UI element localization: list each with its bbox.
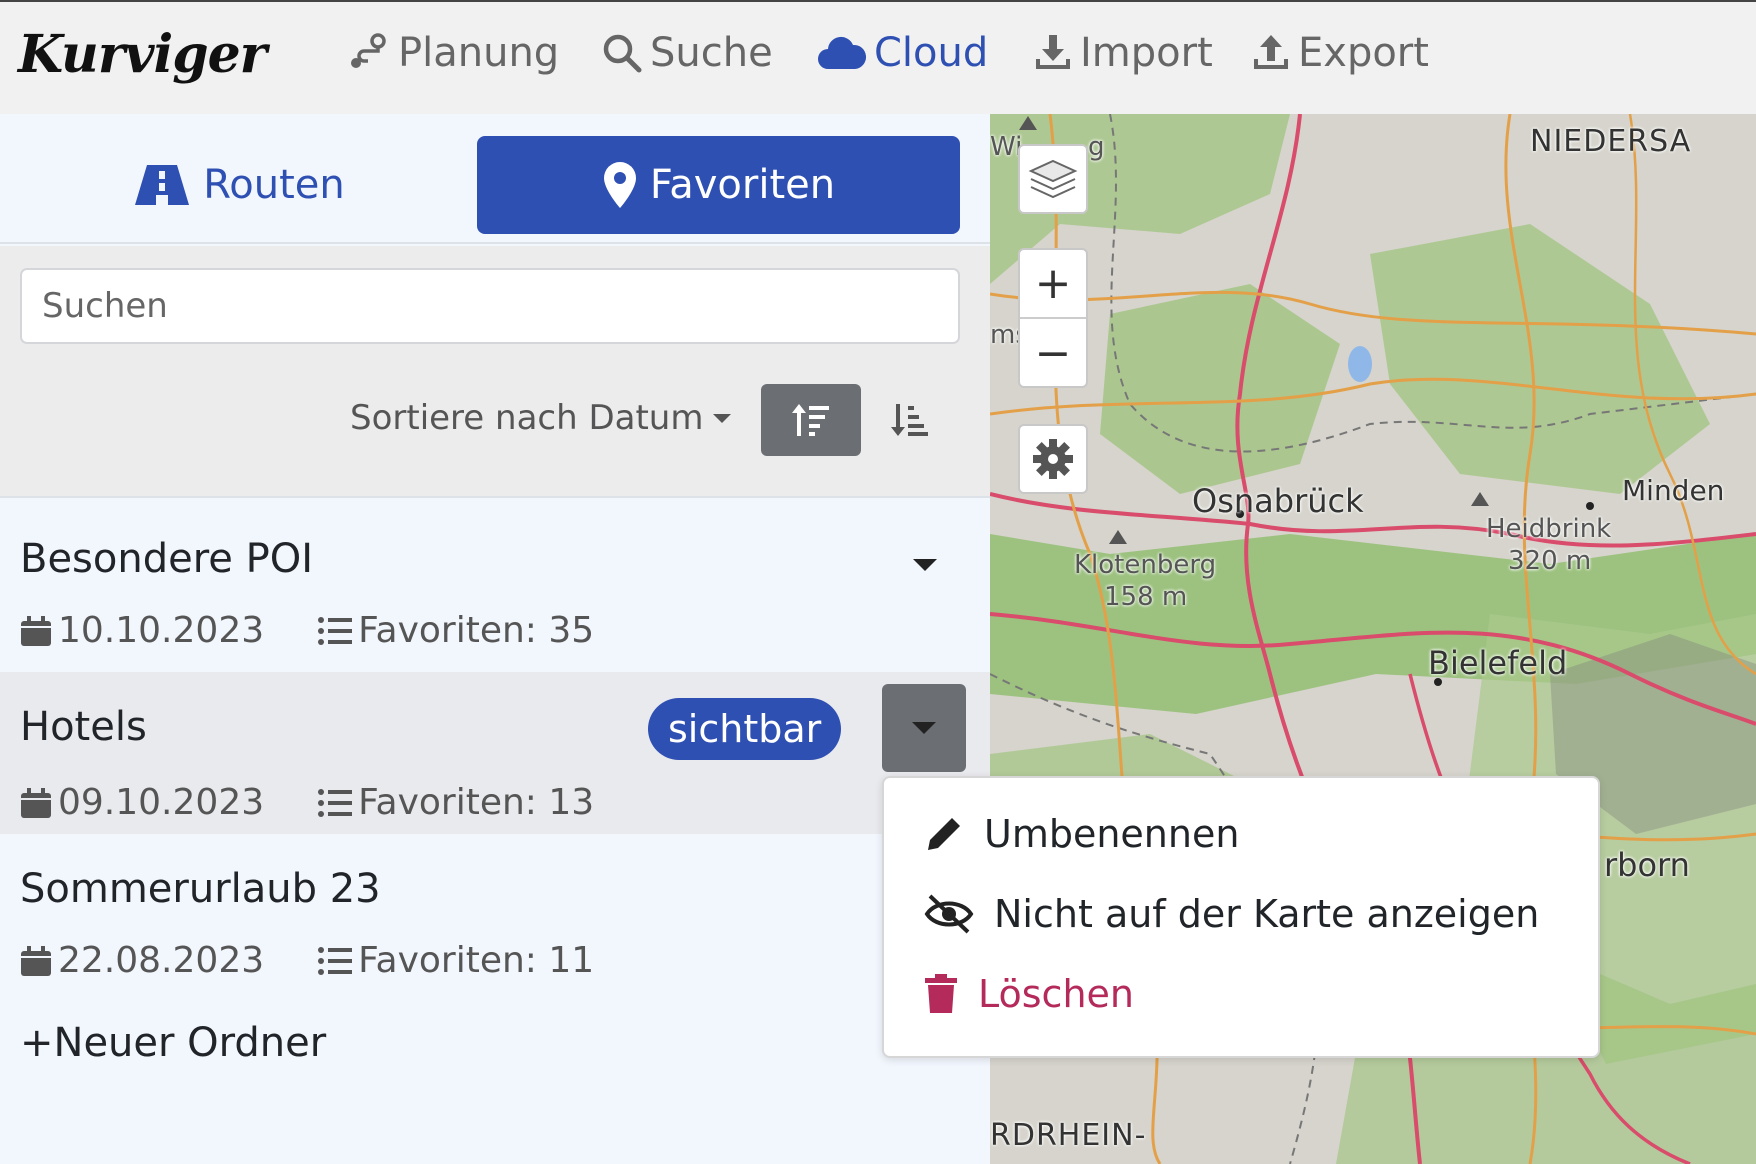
folder-title: Sommerurlaub 23 xyxy=(20,866,381,912)
map-label-region: NIEDERSA xyxy=(1530,124,1692,159)
eye-slash-icon xyxy=(924,894,974,934)
folder-date: 09.10.2023 xyxy=(58,782,265,823)
map-label-peak-height: 320 m xyxy=(1508,546,1592,576)
list-icon xyxy=(318,616,353,645)
tab-favoriten[interactable]: Favoriten xyxy=(477,136,960,234)
map-label-peak: Heidbrink xyxy=(1486,514,1612,544)
folder-item[interactable]: Hotels sichtbar 09.10.2023 Favoriten: 13 xyxy=(0,672,990,834)
folder-title: Hotels xyxy=(20,704,147,750)
map-label-peak: Klotenberg xyxy=(1074,550,1217,580)
nav-import[interactable]: Import xyxy=(1034,30,1213,76)
download-icon xyxy=(1036,35,1070,69)
menu-item-hide-label: Nicht auf der Karte anzeigen xyxy=(994,892,1540,936)
map-label-peak-height: 158 m xyxy=(1104,582,1188,612)
folder-title: Besondere POI xyxy=(20,536,314,582)
folder-count: Favoriten: 35 xyxy=(358,610,595,651)
folder-meta: 10.10.2023 Favoriten: 35 xyxy=(20,610,594,651)
folder-date: 22.08.2023 xyxy=(58,940,265,981)
folder-menu-toggle[interactable] xyxy=(882,684,966,772)
app-logo[interactable]: Kurviger xyxy=(18,24,267,85)
sort-descending-icon xyxy=(891,404,928,436)
map-label-city: Minden xyxy=(1622,474,1725,507)
tab-routen[interactable]: Routen xyxy=(0,136,478,234)
sort-dropdown[interactable]: Sortiere nach Datum xyxy=(350,398,732,438)
list-icon xyxy=(318,946,353,975)
layers-button[interactable] xyxy=(1018,144,1088,214)
map-label-edge: g xyxy=(1088,132,1105,162)
menu-item-rename[interactable]: Umbenennen xyxy=(924,812,1239,856)
map-label-city: Bielefeld xyxy=(1428,644,1568,682)
nav-export[interactable]: Export xyxy=(1252,30,1429,76)
nav-suche-label: Suche xyxy=(650,30,773,76)
chevron-down-icon xyxy=(713,413,732,423)
trash-icon xyxy=(925,974,957,1013)
map-label-city: rborn xyxy=(1604,846,1690,884)
menu-item-rename-label: Umbenennen xyxy=(984,812,1240,856)
nav-planung-label: Planung xyxy=(398,30,560,76)
nav-import-label: Import xyxy=(1080,30,1213,76)
folder-menu-toggle[interactable] xyxy=(910,550,940,580)
zoom-control: + − xyxy=(1018,248,1088,388)
sort-ascending-button[interactable] xyxy=(761,384,861,456)
gear-icon xyxy=(1033,439,1073,479)
folder-context-menu: Umbenennen Nicht auf der Karte anzeigen … xyxy=(882,776,1600,1058)
folder-item[interactable]: Sommerurlaub 23 22.08.2023 Favoriten: 11 xyxy=(0,834,990,996)
caret-down-icon xyxy=(913,559,937,571)
tab-routen-label: Routen xyxy=(203,162,345,208)
map-pin-icon xyxy=(603,162,636,208)
calendar-icon xyxy=(21,787,51,818)
folder-item[interactable]: Besondere POI 10.10.2023 Favoriten: 35 xyxy=(0,500,990,662)
calendar-icon xyxy=(21,945,51,976)
layers-icon xyxy=(1028,159,1078,199)
top-navigation: Kurviger Planung Suche Cloud Import Expo… xyxy=(0,0,1756,114)
nav-planung[interactable]: Planung xyxy=(346,30,559,76)
menu-item-delete-label: Löschen xyxy=(978,972,1134,1016)
folder-date: 10.10.2023 xyxy=(58,610,265,651)
nav-export-label: Export xyxy=(1298,30,1429,76)
route-icon xyxy=(351,33,386,68)
road-icon xyxy=(135,165,190,205)
calendar-icon xyxy=(21,615,51,646)
sort-descending-button[interactable] xyxy=(880,384,940,456)
map-label-region: RDRHEIN- xyxy=(990,1118,1147,1153)
sidebar: Routen Favoriten Sortiere nach Datum Bes… xyxy=(0,114,990,1164)
search-icon xyxy=(603,34,642,73)
sort-dropdown-label: Sortiere nach Datum xyxy=(350,398,704,438)
menu-item-hide-on-map[interactable]: Nicht auf der Karte anzeigen xyxy=(924,892,1539,936)
pencil-icon xyxy=(928,818,960,850)
nav-cloud-label: Cloud xyxy=(874,30,989,76)
nav-suche[interactable]: Suche xyxy=(602,30,773,76)
folder-meta: 22.08.2023 Favoriten: 11 xyxy=(20,940,594,981)
nav-cloud[interactable]: Cloud xyxy=(816,30,988,76)
folder-count: Favoriten: 13 xyxy=(358,782,595,823)
sort-ascending-icon xyxy=(792,404,829,436)
tab-favoriten-label: Favoriten xyxy=(649,162,836,208)
list-icon xyxy=(318,788,353,817)
folder-count: Favoriten: 11 xyxy=(358,940,595,981)
zoom-out-button[interactable]: − xyxy=(1020,319,1086,388)
menu-item-delete[interactable]: Löschen xyxy=(924,972,1134,1016)
folder-meta: 09.10.2023 Favoriten: 13 xyxy=(20,782,594,823)
search-input[interactable] xyxy=(20,268,960,344)
new-folder-button[interactable]: +Neuer Ordner xyxy=(20,1020,326,1066)
sidebar-tabs: Routen Favoriten xyxy=(0,114,990,244)
cloud-icon xyxy=(818,36,866,69)
zoom-in-button[interactable]: + xyxy=(1020,250,1086,319)
map-settings-button[interactable] xyxy=(1018,424,1088,494)
map-label-city: Osnabrück xyxy=(1192,482,1364,520)
upload-icon xyxy=(1254,35,1288,69)
caret-down-icon xyxy=(912,722,936,734)
visibility-badge: sichtbar xyxy=(648,698,842,760)
